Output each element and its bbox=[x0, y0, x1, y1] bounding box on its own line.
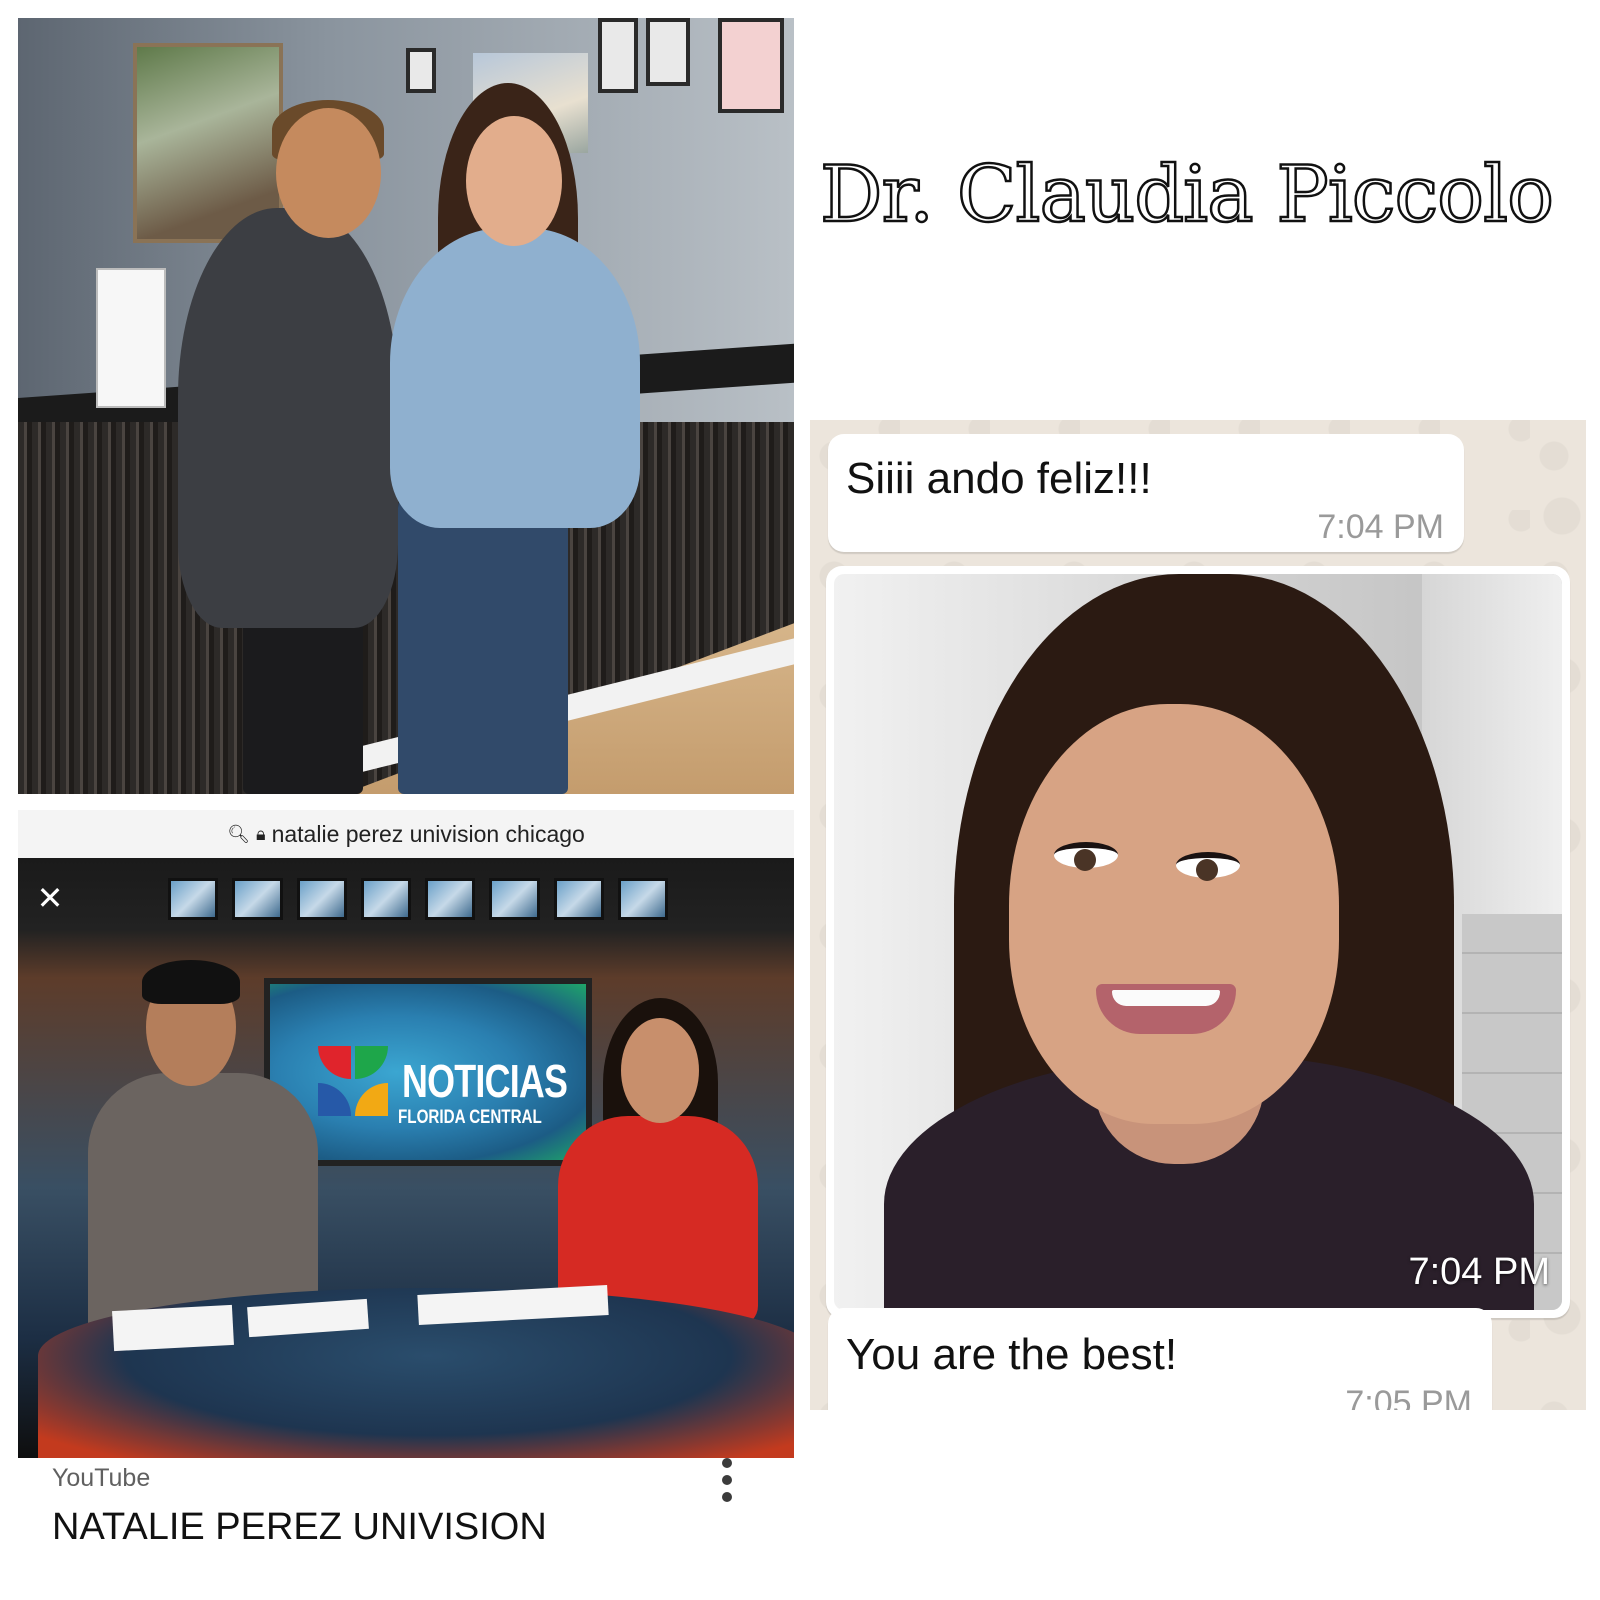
univision-logo bbox=[318, 1046, 388, 1116]
selfie-face bbox=[1009, 704, 1339, 1124]
youtube-result-panel: 🔍︎ 🔒︎ natalie perez univision chicago NO… bbox=[18, 810, 794, 1590]
person-left-head bbox=[276, 108, 381, 238]
wall-frame bbox=[718, 18, 784, 113]
news-anchor-male-hair bbox=[142, 960, 240, 1004]
person-right-legs bbox=[398, 488, 568, 794]
lock-icon: 🔒︎ bbox=[256, 823, 266, 845]
chat-message[interactable]: Siiii ando feliz!!! 7:04 PM bbox=[828, 434, 1464, 552]
more-vertical-icon[interactable] bbox=[712, 1454, 742, 1506]
chat-conversation: Siiii ando feliz!!! 7:04 PM 7:04 PM You … bbox=[810, 420, 1586, 1410]
screen-title: NOTICIAS bbox=[402, 1055, 568, 1107]
studio-monitors bbox=[168, 878, 668, 920]
wall-frame bbox=[598, 18, 638, 93]
selfie-eye-right bbox=[1176, 852, 1240, 881]
message-time: 7:05 PM bbox=[1345, 1384, 1472, 1410]
person-right-body bbox=[390, 228, 640, 528]
chat-message[interactable]: You are the best! 7:05 PM bbox=[828, 1308, 1492, 1410]
image-message-time: 7:04 PM bbox=[1408, 1251, 1550, 1293]
page-title: Dr. Claudia Piccolo bbox=[819, 149, 1556, 242]
message-text: You are the best! bbox=[846, 1330, 1178, 1379]
selfie-eye-left bbox=[1054, 842, 1118, 871]
wall-frame bbox=[646, 18, 690, 86]
selfie-photo[interactable]: 7:04 PM bbox=[834, 574, 1562, 1310]
close-icon[interactable]: ✕ bbox=[32, 880, 68, 916]
person-left-legs bbox=[243, 618, 363, 794]
office-photo bbox=[18, 18, 794, 794]
video-thumbnail[interactable]: NOTICIAS FLORIDA CENTRAL ✕ bbox=[18, 858, 794, 1458]
url-text: natalie perez univision chicago bbox=[271, 820, 585, 847]
address-bar[interactable]: 🔍︎ 🔒︎ natalie perez univision chicago bbox=[18, 810, 794, 858]
chat-image-message[interactable]: 7:04 PM bbox=[826, 566, 1570, 1318]
person-left-body bbox=[178, 208, 398, 628]
message-text: Siiii ando feliz!!! bbox=[846, 454, 1152, 503]
wall-certificate bbox=[406, 48, 436, 93]
brochure-stand bbox=[96, 268, 166, 408]
desk-paper bbox=[112, 1304, 234, 1352]
screen-subtitle: FLORIDA CENTRAL bbox=[398, 1107, 542, 1128]
message-time: 7:04 PM bbox=[1317, 508, 1444, 546]
video-title[interactable]: NATALIE PEREZ UNIVISION bbox=[52, 1506, 547, 1549]
person-right-head bbox=[466, 116, 562, 246]
selfie-mouth bbox=[1096, 984, 1236, 1034]
video-source: YouTube bbox=[52, 1464, 151, 1492]
search-icon: 🔍︎ bbox=[227, 823, 250, 845]
news-anchor-female-head bbox=[621, 1018, 699, 1123]
